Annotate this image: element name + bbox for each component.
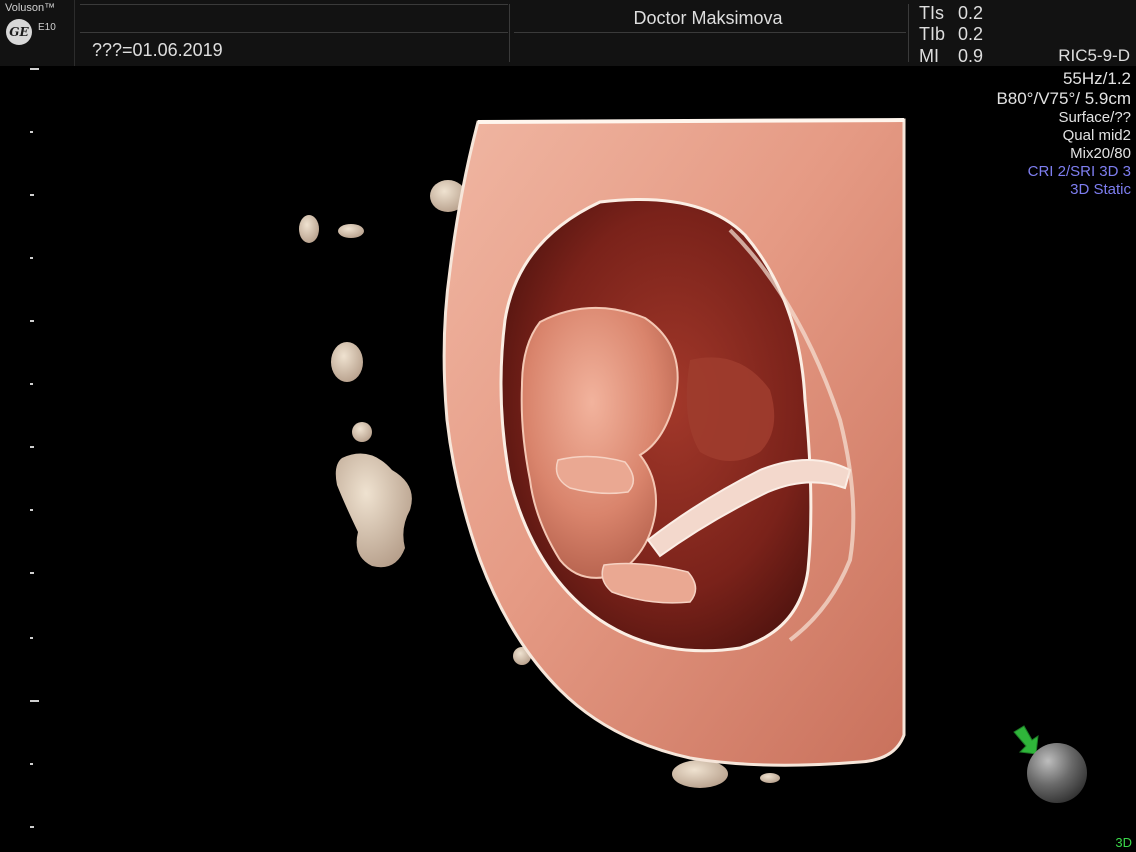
- rendered-3d-volume[interactable]: [0, 0, 1136, 852]
- orientation-ball-icon: [1027, 743, 1087, 803]
- orientation-arrow-icon: [1013, 725, 1039, 755]
- mode-indicator: 3D: [1115, 835, 1132, 850]
- orientation-indicator[interactable]: [1010, 722, 1092, 812]
